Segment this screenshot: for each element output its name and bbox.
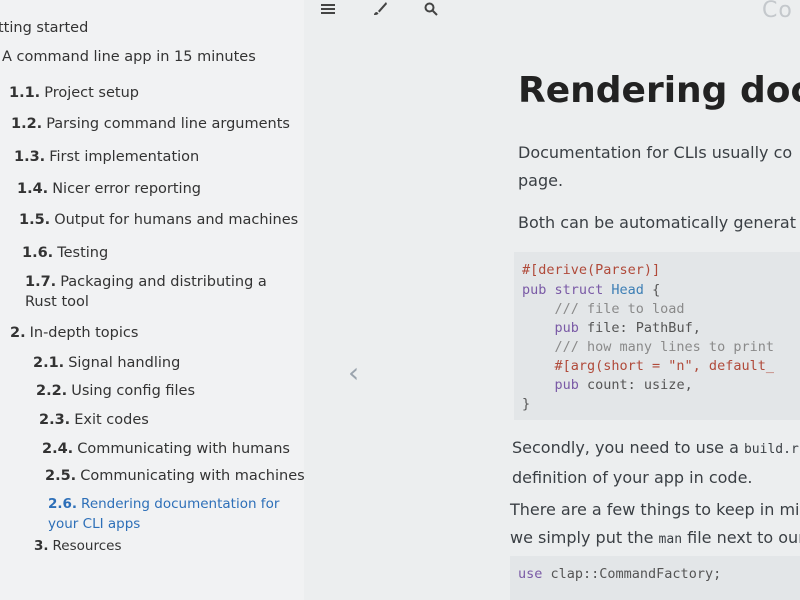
sidebar-item-parsing-arguments[interactable]: 1.2. Parsing command line arguments [11, 114, 290, 134]
code-line: #[arg(short = "n", default_ [522, 358, 774, 374]
sidebar-item-label: Signal handling [68, 355, 181, 371]
sidebar-item-label: Project setup [44, 85, 139, 101]
sidebar-item-number: 2.5. [45, 468, 77, 484]
sidebar-item-number: 1.2. [11, 116, 43, 132]
book-title: Co [762, 0, 793, 23]
paragraph: Secondly, you need to use a build.r defi… [512, 434, 799, 492]
sidebar-item-number: 2. [10, 325, 26, 341]
chevron-left-icon[interactable]: ‹ [348, 356, 359, 389]
sidebar-item-label: Nicer error reporting [52, 181, 201, 197]
sidebar-item-label: Resources [52, 538, 122, 554]
sidebar-item-number: 1.1. [9, 85, 41, 101]
sidebar-item-output[interactable]: 1.5. Output for humans and machines [19, 210, 298, 230]
paragraph: Documentation for CLIs usually co page. [518, 139, 792, 195]
paragraph-line: we simply put the man file next to our [510, 528, 800, 547]
paragraph-line: page. [518, 171, 564, 190]
paragraph-line: Secondly, you need to use a build.r [512, 438, 799, 457]
code-line: pub count: usize, [522, 377, 693, 393]
page-title: Rendering docu [518, 70, 800, 111]
sidebar-item-signal-handling[interactable]: 2.1. Signal handling [33, 353, 180, 373]
sidebar: tting started A command line app in 15 m… [0, 0, 304, 600]
code-line: pub file: PathBuf, [522, 320, 701, 336]
paragraph: There are a few things to keep in minc w… [510, 496, 800, 554]
sidebar-item-number: 1.4. [17, 181, 49, 197]
code-block: use clap::CommandFactory; [510, 556, 800, 600]
code-line: use clap::CommandFactory; [518, 566, 722, 582]
paragraph: Both can be automatically generat [518, 213, 796, 232]
hamburger-icon[interactable] [318, 0, 338, 18]
sidebar-item-label: Exit codes [74, 412, 149, 428]
sidebar-item-number: 2.4. [42, 441, 74, 457]
code-block: #[derive(Parser)] pub struct Head { /// … [514, 252, 800, 420]
sidebar-item-label: Packaging and distributing a Rust tool [25, 274, 267, 310]
sidebar-item-number: 2.1. [33, 355, 65, 371]
sidebar-item-label: In-depth topics [29, 325, 139, 341]
paragraph-line: Documentation for CLIs usually co [518, 143, 793, 162]
sidebar-item-config-files[interactable]: 2.2. Using config files [36, 381, 195, 401]
code-line: } [522, 396, 531, 412]
sidebar-item-label: Output for humans and machines [54, 212, 299, 228]
sidebar-item-communicating-humans[interactable]: 2.4. Communicating with humans [42, 439, 290, 459]
sidebar-item-first-implementation[interactable]: 1.3. First implementation [14, 147, 199, 167]
sidebar-item-label: Communicating with machines [80, 468, 304, 484]
sidebar-item-number: 1.3. [14, 149, 46, 165]
sidebar-item-number: 2.3. [39, 412, 71, 428]
sidebar-item-label: Communicating with humans [77, 441, 290, 457]
sidebar-item-getting-started[interactable]: tting started [0, 18, 88, 38]
sidebar-item-number: 1.7. [25, 274, 57, 290]
sidebar-item-in-depth-topics[interactable]: 2. In-depth topics [10, 323, 138, 343]
sidebar-item-project-setup[interactable]: 1.1. Project setup [9, 83, 139, 103]
sidebar-item-label: Parsing command line arguments [46, 116, 290, 132]
sidebar-item-label: Testing [57, 245, 109, 261]
code-line: pub struct Head { [522, 282, 661, 298]
sidebar-item-testing[interactable]: 1.6. Testing [22, 243, 108, 263]
paintbrush-icon[interactable] [370, 0, 390, 18]
main-content: Co Rendering docu Documentation for CLIs… [304, 0, 800, 600]
code-line: /// how many lines to print [522, 339, 774, 355]
code-line: #[derive(Parser)] [522, 262, 661, 278]
sidebar-item-communicating-machines[interactable]: 2.5. Communicating with machines [45, 466, 304, 486]
sidebar-item-packaging[interactable]: 1.7. Packaging and distributing a Rust to… [25, 272, 287, 312]
sidebar-item-error-reporting[interactable]: 1.4. Nicer error reporting [17, 179, 201, 199]
sidebar-item-label: tting started [0, 20, 89, 36]
paragraph-line: definition of your app in code. [512, 468, 753, 487]
sidebar-item-rendering-docs[interactable]: 2.6. Rendering documentation for your CLI… [48, 494, 298, 534]
sidebar-item-number: 2.2. [36, 383, 68, 399]
sidebar-item-label: Rendering documentation for your CLI app… [48, 496, 280, 532]
sidebar-item-exit-codes[interactable]: 2.3. Exit codes [39, 410, 149, 430]
sidebar-item-number: 3. [34, 538, 49, 554]
sidebar-item-label: First implementation [49, 149, 200, 165]
sidebar-item-number: 1.5. [19, 212, 51, 228]
sidebar-item-resources[interactable]: 3. Resources [34, 536, 121, 556]
sidebar-item-number: 2.6. [48, 496, 78, 512]
search-icon[interactable] [421, 0, 441, 18]
sidebar-item-label: Using config files [71, 383, 196, 399]
code-line: /// file to load [522, 301, 685, 317]
sidebar-item-number: 1.6. [22, 245, 54, 261]
sidebar-item-label: A command line app in 15 minutes [2, 49, 256, 65]
paragraph-line: There are a few things to keep in minc [510, 500, 800, 519]
sidebar-item-command-line-app[interactable]: A command line app in 15 minutes [2, 47, 256, 67]
